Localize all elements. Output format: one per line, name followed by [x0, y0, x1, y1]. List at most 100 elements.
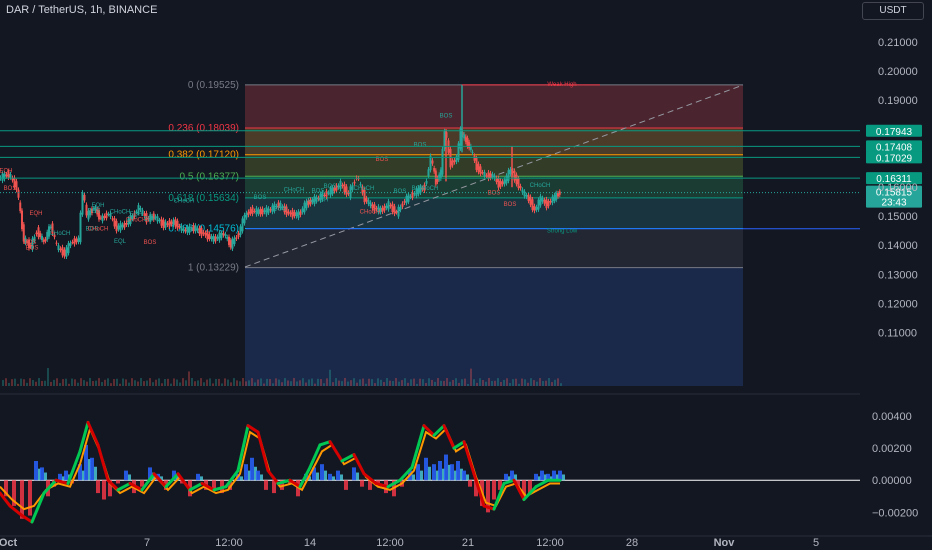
- oscillator-axis-tick: 0.00400: [872, 411, 912, 423]
- candle-body: [63, 249, 66, 257]
- volume-bar: [218, 378, 220, 386]
- volume-bar: [338, 380, 340, 386]
- candle-body: [226, 237, 229, 239]
- structure-label: Strong Low: [547, 228, 578, 234]
- candle-body: [188, 225, 191, 233]
- candle-body: [77, 237, 80, 242]
- fibonacci-retracement: 0 (0.19525) 0.236 (0.18039) 0.382 (0.17120…: [168, 80, 744, 386]
- candle-body: [425, 180, 428, 184]
- volume-bar: [134, 380, 136, 386]
- volume-bar: [32, 380, 34, 386]
- volume-bar: [386, 378, 388, 386]
- candle-body: [224, 234, 227, 237]
- histogram-bar-secondary: [200, 476, 203, 481]
- volume-bar: [56, 378, 58, 386]
- histogram-bar: [492, 480, 496, 500]
- currency-button[interactable]: USDT: [862, 2, 924, 20]
- candle-body: [257, 209, 260, 214]
- volume-bar: [383, 382, 385, 386]
- oscillator-axis-tick: 0.00000: [872, 475, 912, 487]
- volume-bar: [41, 380, 43, 386]
- histogram-bar-secondary: [260, 474, 263, 481]
- candle-body: [551, 196, 554, 203]
- structure-label: Weak High: [547, 82, 576, 88]
- candle-body: [55, 242, 58, 244]
- candle-body: [17, 189, 20, 198]
- candle-body: [517, 178, 520, 189]
- volume-bar: [500, 381, 502, 386]
- time-axis-tick: 5: [813, 537, 819, 549]
- candle-body: [67, 243, 70, 254]
- volume-bar: [209, 378, 211, 386]
- fib-zone: [245, 154, 743, 177]
- candle-body: [411, 192, 414, 198]
- candle-body: [499, 180, 502, 187]
- volume-bar: [323, 383, 325, 386]
- candle-body: [295, 212, 298, 217]
- volume-bar: [539, 378, 541, 386]
- histogram-bar: [244, 464, 248, 481]
- volume-bar: [302, 378, 304, 386]
- candle-body: [299, 211, 302, 215]
- histogram-bar-secondary: [324, 470, 327, 481]
- price-axis-tick: 0.19000: [878, 95, 918, 107]
- candle-body: [65, 247, 68, 257]
- candle-body: [123, 222, 126, 228]
- histogram-bar: [468, 480, 472, 487]
- volume-bar: [236, 380, 238, 386]
- candle-body: [555, 192, 558, 200]
- volume-bar: [257, 379, 259, 386]
- histogram-bar: [432, 464, 436, 481]
- volume-bar: [20, 378, 22, 386]
- volume-bar: [560, 383, 562, 386]
- time-axis-tick: 12:00: [215, 537, 243, 549]
- candle-body: [545, 199, 548, 209]
- histogram-bar-secondary: [44, 472, 47, 481]
- volume-bar: [308, 379, 310, 386]
- volume-bar: [119, 383, 121, 386]
- volume-bar: [107, 378, 109, 386]
- candle-body: [44, 239, 47, 242]
- volume-bar: [137, 381, 139, 386]
- volume-bar: [311, 378, 313, 386]
- candle-body: [531, 199, 534, 210]
- candle-body: [19, 202, 22, 212]
- volume-bar: [488, 378, 490, 386]
- histogram-bar: [116, 480, 120, 484]
- candle-body: [527, 194, 530, 201]
- volume-bar: [35, 381, 37, 386]
- candle-body: [345, 186, 348, 195]
- chart-canvas[interactable]: 0 (0.19525) 0.236 (0.18039) 0.382 (0.17120…: [0, 0, 932, 550]
- candle-body: [113, 218, 116, 227]
- time-axis-tick: 14: [304, 537, 316, 549]
- volume-bar: [476, 382, 478, 386]
- volume-bar: [449, 381, 451, 386]
- candle-body: [172, 219, 175, 225]
- structure-label: BOS: [254, 195, 267, 201]
- volume-bar: [158, 378, 160, 386]
- candle-body: [389, 205, 392, 207]
- histogram-bar: [58, 473, 62, 481]
- symbol-title[interactable]: DAR / TetherUS, 1h, BINANCE: [6, 4, 157, 16]
- volume-bar: [179, 382, 181, 386]
- volume-bar: [545, 380, 547, 386]
- candle-body: [210, 236, 213, 240]
- time-axis-tick: Nov: [714, 537, 736, 549]
- candle-body: [164, 221, 167, 228]
- volume-bar: [233, 378, 235, 386]
- volume-bar: [53, 379, 55, 386]
- volume-bar: [434, 381, 436, 386]
- candle-body: [182, 228, 185, 231]
- histogram-bar: [90, 457, 94, 481]
- volume-bar: [491, 380, 493, 386]
- volume-bar: [278, 379, 280, 386]
- volume-bar: [320, 379, 322, 386]
- oscillator-axis-tick: 0.00200: [872, 443, 912, 455]
- time-axis-tick: 12:00: [376, 537, 404, 549]
- candle-body: [166, 223, 169, 225]
- volume-bar: [482, 379, 484, 386]
- volume-bar: [551, 382, 553, 386]
- volume-bar: [74, 379, 76, 386]
- chart-stage[interactable]: 0 (0.19525) 0.236 (0.18039) 0.382 (0.17120…: [0, 0, 932, 550]
- histogram-bar-secondary: [412, 474, 415, 481]
